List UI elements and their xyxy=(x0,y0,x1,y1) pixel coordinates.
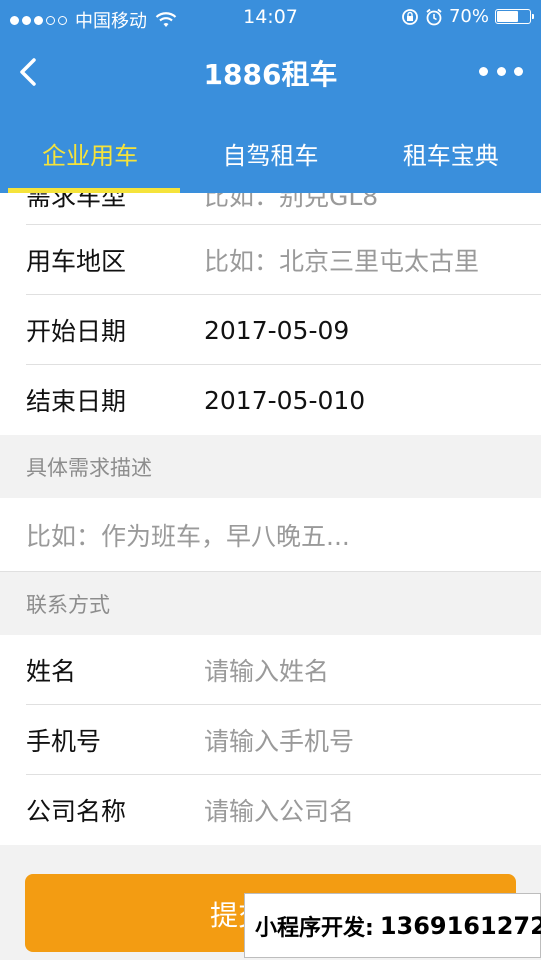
phone-row[interactable]: 手机号 请输入手机号 xyxy=(0,705,541,775)
company-input[interactable]: 请输入公司名 xyxy=(204,792,354,828)
phone-label: 手机号 xyxy=(26,727,102,756)
tab-self-drive[interactable]: 自驾租车 xyxy=(180,110,360,193)
more-button[interactable] xyxy=(479,56,523,86)
name-row[interactable]: 姓名 请输入姓名 xyxy=(0,635,541,705)
more-dots-icon xyxy=(479,66,488,76)
name-label: 姓名 xyxy=(26,657,77,686)
tab-rental-guide[interactable]: 租车宝典 xyxy=(361,110,541,193)
car-model-input[interactable]: 比如：别克GL8 xyxy=(204,193,378,213)
end-date-row[interactable]: 结束日期 2017-05-010 xyxy=(0,365,541,435)
phone-input[interactable]: 请输入手机号 xyxy=(204,722,354,758)
region-row[interactable]: 用车地区 比如：北京三里屯太古里 xyxy=(0,225,541,295)
name-input[interactable]: 请输入姓名 xyxy=(204,652,329,688)
battery-icon xyxy=(495,9,534,24)
contact-section-header: 联系方式 xyxy=(0,572,541,635)
start-date-label: 开始日期 xyxy=(26,317,127,346)
form-content: 需求车型 比如：别克GL8 用车地区 比如：北京三里屯太古里 开始日期 2017… xyxy=(0,193,541,845)
tab-enterprise-car[interactable]: 企业用车 xyxy=(0,110,181,193)
watermark-overlay: 小程序开发: 13691612727 xyxy=(244,893,541,958)
battery-level xyxy=(497,11,518,22)
description-textarea[interactable]: 比如：作为班车，早八晚五... xyxy=(0,498,541,572)
watermark-label: 小程序开发: xyxy=(255,915,374,941)
end-date-picker[interactable]: 2017-05-010 xyxy=(204,386,365,415)
screen: 中国移动 14:07 70% 1886租车 企业用车 自驾租车 租车宝典 需求车… xyxy=(0,0,541,960)
company-row[interactable]: 公司名称 请输入公司名 xyxy=(0,775,541,845)
car-model-label: 需求车型 xyxy=(26,193,127,211)
tab-bar: 企业用车 自驾租车 租车宝典 xyxy=(0,110,541,193)
page-title: 1886租车 xyxy=(203,58,338,91)
start-date-picker[interactable]: 2017-05-09 xyxy=(204,316,349,345)
watermark-number: 13691612727 xyxy=(379,911,541,940)
rotation-lock-icon xyxy=(402,8,418,25)
status-bar: 中国移动 14:07 70% xyxy=(0,0,541,34)
region-input[interactable]: 比如：北京三里屯太古里 xyxy=(204,242,479,278)
description-section-header: 具体需求描述 xyxy=(0,435,541,498)
navigation-bar: 1886租车 xyxy=(0,34,541,110)
company-label: 公司名称 xyxy=(26,797,127,826)
end-date-label: 结束日期 xyxy=(26,387,127,416)
battery-percent: 70% xyxy=(448,6,489,27)
start-date-row[interactable]: 开始日期 2017-05-09 xyxy=(0,295,541,365)
tab-label: 租车宝典 xyxy=(402,142,499,170)
tab-label: 自驾租车 xyxy=(222,142,319,170)
car-model-row[interactable]: 需求车型 比如：别克GL8 xyxy=(0,193,541,225)
region-label: 用车地区 xyxy=(26,247,127,276)
alarm-icon xyxy=(426,8,442,25)
tab-label: 企业用车 xyxy=(42,142,139,170)
